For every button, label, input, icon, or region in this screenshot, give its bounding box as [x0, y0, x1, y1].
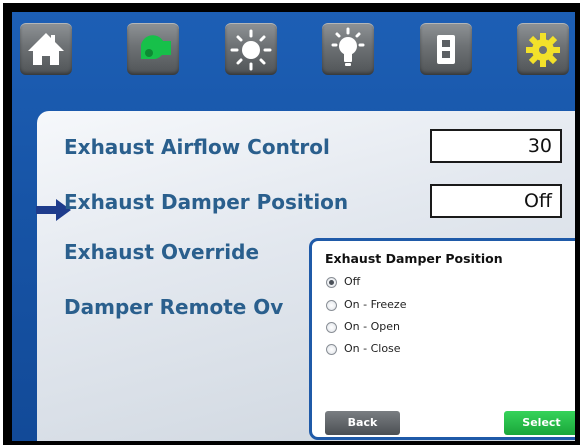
option-off[interactable]: Off: [326, 275, 526, 291]
light-bulb-icon: [331, 27, 365, 66]
radio-icon[interactable]: [326, 300, 337, 311]
touchscreen-frame: Exhaust Airflow Control 30 Exhaust Dampe…: [3, 3, 580, 445]
gear-icon: [526, 33, 560, 67]
option-label: On - Close: [344, 342, 401, 355]
switch-icon: [437, 35, 455, 64]
damper-position-dialog: Exhaust Damper Position Off On - Freeze …: [309, 238, 575, 440]
option-on-close[interactable]: On - Close: [326, 342, 526, 358]
option-on-freeze[interactable]: On - Freeze: [326, 298, 526, 314]
option-on-open[interactable]: On - Open: [326, 320, 526, 336]
home-icon: [28, 33, 64, 65]
radio-selected-icon[interactable]: [326, 277, 337, 288]
switch-button[interactable]: [420, 23, 472, 75]
fan-icon: [141, 35, 171, 59]
damper-remote-override-label[interactable]: Damper Remote Ov: [64, 295, 283, 319]
back-button[interactable]: Back: [325, 411, 400, 435]
exhaust-damper-position-value[interactable]: Off: [430, 184, 562, 218]
radio-icon[interactable]: [326, 344, 337, 355]
dialog-title: Exhaust Damper Position: [325, 251, 503, 266]
exhaust-damper-position-label[interactable]: Exhaust Damper Position: [64, 190, 348, 214]
option-label: On - Open: [344, 320, 400, 333]
daylight-button[interactable]: [225, 23, 277, 75]
option-label: On - Freeze: [344, 298, 407, 311]
exhaust-override-label[interactable]: Exhaust Override: [64, 240, 259, 264]
home-button[interactable]: [20, 23, 72, 75]
screen-background: Exhaust Airflow Control 30 Exhaust Dampe…: [12, 12, 575, 441]
option-label: Off: [344, 275, 361, 288]
exhaust-airflow-control-value[interactable]: 30: [430, 129, 562, 163]
lighting-button[interactable]: [322, 23, 374, 75]
select-button[interactable]: Select: [504, 411, 575, 435]
fan-button[interactable]: [127, 23, 179, 75]
radio-icon[interactable]: [326, 322, 337, 333]
settings-button[interactable]: [517, 23, 569, 75]
exhaust-airflow-control-label[interactable]: Exhaust Airflow Control: [64, 135, 330, 159]
sun-icon: [230, 29, 272, 71]
